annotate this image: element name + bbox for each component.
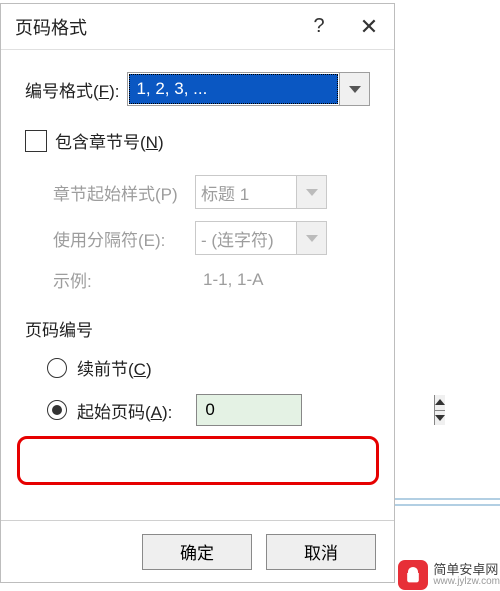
continue-radio-row[interactable]: 续前节(C) — [47, 355, 370, 380]
ok-button[interactable]: 确定 — [142, 534, 252, 570]
spinner-down-button[interactable] — [435, 410, 445, 426]
chapter-start-style-label: 章节起始样式(P) — [53, 180, 195, 205]
chevron-down-icon — [306, 235, 318, 242]
number-format-label: 编号格式(F): — [25, 77, 119, 102]
include-chapter-row: 包含章节号(N) — [25, 128, 370, 153]
chapter-start-style-row: 章节起始样式(P) 标题 1 — [53, 175, 370, 209]
titlebar: 页码格式 ? ✕ — [1, 4, 394, 50]
chapter-start-style-value: 标题 1 — [197, 177, 295, 207]
chevron-down-icon — [435, 415, 445, 421]
android-icon — [404, 566, 422, 584]
separator-label: 使用分隔符(E): — [53, 226, 195, 251]
watermark-text: 简单安卓网 www.jylzw.com — [433, 563, 500, 587]
separator-row: 使用分隔符(E): - (连字符) — [53, 221, 370, 255]
example-label: 示例: — [53, 267, 195, 292]
page-number-section-title: 页码编号 — [25, 316, 370, 341]
dialog-content: 编号格式(F): 1, 2, 3, ... 包含章节号(N) 章节起始样式(P)… — [1, 50, 394, 426]
chevron-down-icon — [306, 189, 318, 196]
number-format-row: 编号格式(F): 1, 2, 3, ... — [25, 72, 370, 106]
chapter-start-style-dropdown-button — [296, 176, 326, 208]
number-format-value: 1, 2, 3, ... — [129, 74, 338, 104]
watermark: 简单安卓网 www.jylzw.com — [398, 559, 500, 591]
help-button[interactable]: ? — [294, 4, 344, 49]
start-at-radio-row[interactable]: 起始页码(A): — [47, 394, 370, 426]
include-chapter-label: 包含章节号(N) — [55, 128, 164, 153]
include-chapter-checkbox[interactable] — [25, 130, 47, 152]
continue-radio-label: 续前节(C) — [77, 355, 152, 380]
chevron-down-icon — [349, 86, 361, 93]
separator-value: - (连字符) — [197, 223, 295, 253]
example-value: 1-1, 1-A — [195, 270, 263, 290]
spinner-buttons — [434, 395, 445, 425]
start-at-radio-label: 起始页码(A): — [77, 398, 172, 423]
example-row: 示例: 1-1, 1-A — [53, 267, 370, 292]
start-at-spinner[interactable] — [196, 394, 302, 426]
continue-radio[interactable] — [47, 358, 67, 378]
number-format-dropdown-button[interactable] — [339, 73, 369, 105]
chapter-start-style-combo: 标题 1 — [195, 175, 327, 209]
start-at-radio[interactable] — [47, 400, 67, 420]
chevron-up-icon — [435, 399, 445, 405]
page-number-format-dialog: 页码格式 ? ✕ 编号格式(F): 1, 2, 3, ... 包含章节号(N) … — [0, 3, 395, 583]
cancel-button[interactable]: 取消 — [266, 534, 376, 570]
watermark-logo — [398, 560, 428, 590]
separator-combo: - (连字符) — [195, 221, 327, 255]
number-format-combo[interactable]: 1, 2, 3, ... — [127, 72, 370, 106]
watermark-url: www.jylzw.com — [433, 576, 500, 587]
spinner-up-button[interactable] — [435, 395, 445, 410]
start-at-input[interactable] — [197, 395, 434, 425]
separator-dropdown-button — [296, 222, 326, 254]
dialog-title: 页码格式 — [1, 14, 294, 40]
chapter-settings: 章节起始样式(P) 标题 1 使用分隔符(E): - (连字符) 示例: 1-1… — [25, 175, 370, 292]
button-bar: 确定 取消 — [1, 520, 394, 582]
watermark-name: 简单安卓网 — [433, 563, 500, 576]
close-button[interactable]: ✕ — [344, 4, 394, 49]
highlight-annotation — [17, 436, 379, 485]
